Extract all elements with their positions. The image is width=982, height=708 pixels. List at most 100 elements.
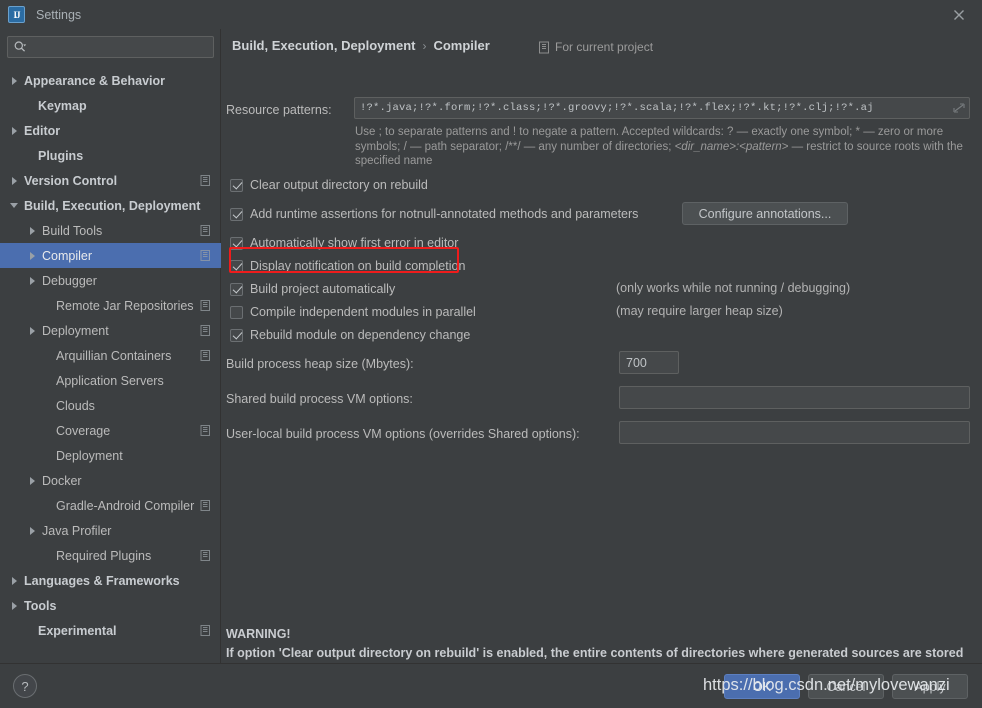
checkbox-label: Rebuild module on dependency change [250, 328, 471, 342]
checkbox-checked-icon[interactable] [230, 236, 243, 250]
close-icon[interactable] [950, 6, 968, 24]
field-shared-build-process-vm-options[interactable] [619, 386, 970, 409]
sidebar-item-label: Keymap [38, 98, 87, 113]
option-note: (only works while not running / debuggin… [616, 281, 851, 295]
sidebar-item-build-tools[interactable]: Build Tools [0, 218, 221, 243]
sidebar-item-tools[interactable]: Tools [0, 593, 221, 618]
resource-patterns-input[interactable] [355, 101, 952, 115]
hint-line-2b: — restrict to source roots [788, 140, 921, 153]
help-button[interactable]: ? [13, 674, 37, 698]
module-scope-icon [200, 550, 211, 561]
title-bar: IJ Settings [0, 0, 982, 29]
sidebar-item-label: Arquillian Containers [56, 348, 172, 363]
sidebar-item-required-plugins[interactable]: Required Plugins [0, 543, 221, 568]
resource-patterns-field[interactable] [354, 97, 970, 119]
search-input[interactable] [27, 39, 213, 55]
sidebar-item-label: Tools [24, 598, 57, 613]
sidebar-item-label: Application Servers [56, 373, 164, 388]
sidebar-item-appearance-behavior[interactable]: Appearance & Behavior [0, 68, 221, 93]
module-scope-icon [200, 175, 211, 186]
sidebar-item-keymap[interactable]: Keymap [0, 93, 221, 118]
sidebar-item-label: Docker [42, 473, 82, 488]
checkbox-add-runtime-assertions-for-notnull-annotated-methods-and-parameters[interactable]: Add runtime assertions for notnull-annot… [230, 207, 638, 221]
sidebar-item-application-servers[interactable]: Application Servers [0, 368, 221, 393]
module-scope-icon [200, 625, 211, 636]
checkbox-rebuild-module-on-dependency-change[interactable]: Rebuild module on dependency change [230, 328, 470, 342]
checkbox-build-project-automatically[interactable]: Build project automatically [230, 282, 395, 296]
sidebar-item-languages-frameworks[interactable]: Languages & Frameworks [0, 568, 221, 593]
sidebar-item-build-execution-deployment[interactable]: Build, Execution, Deployment [0, 193, 221, 218]
project-scope-label: For current project [555, 40, 654, 54]
checkbox-automatically-show-first-error-in-editor[interactable]: Automatically show first error in editor [230, 236, 458, 250]
settings-tree[interactable]: Appearance & Behavior Keymap Editor Plugins… [0, 68, 221, 663]
sidebar-item-experimental[interactable]: Experimental [0, 618, 221, 643]
sidebar-item-compiler[interactable]: Compiler [0, 243, 221, 268]
module-scope-icon [200, 500, 211, 511]
chevron-down-icon[interactable] [10, 200, 21, 211]
checkbox-checked-icon[interactable] [230, 207, 243, 221]
checkbox-checked-icon[interactable] [230, 282, 243, 296]
chevron-right-icon[interactable] [10, 575, 21, 586]
cancel-button[interactable]: Cancel [808, 674, 884, 699]
sidebar-item-coverage[interactable]: Coverage [0, 418, 221, 443]
sidebar-item-version-control[interactable]: Version Control [0, 168, 221, 193]
chevron-right-icon[interactable] [28, 525, 39, 536]
input-build-process-heap-size-mbytes[interactable] [620, 352, 678, 373]
checkbox-label: Build project automatically [250, 282, 396, 296]
search-box[interactable] [7, 36, 214, 58]
sidebar-item-label: Coverage [56, 423, 111, 438]
sidebar-item-gradle-android-compiler[interactable]: Gradle-Android Compiler [0, 493, 221, 518]
chevron-right-icon[interactable] [28, 325, 39, 336]
sidebar-item-plugins[interactable]: Plugins [0, 143, 221, 168]
chevron-right-icon[interactable] [10, 75, 21, 86]
input-user-local-build-process-vm-options-overrides-shared-options[interactable] [620, 422, 969, 443]
apply-button[interactable]: Apply [892, 674, 968, 699]
sidebar-item-label: Experimental [38, 623, 117, 638]
chevron-right-icon[interactable] [10, 125, 21, 136]
option-note: (may require larger heap size) [616, 304, 783, 318]
module-scope-icon [200, 300, 211, 311]
sidebar-item-editor[interactable]: Editor [0, 118, 221, 143]
breadcrumb-separator: › [422, 38, 427, 53]
chevron-right-icon[interactable] [28, 250, 39, 261]
chevron-right-icon[interactable] [10, 175, 21, 186]
checkbox-compile-independent-modules-in-parallel[interactable]: Compile independent modules in parallel [230, 305, 476, 319]
checkbox-unchecked-icon[interactable] [230, 305, 243, 319]
checkbox-checked-icon[interactable] [230, 178, 243, 192]
sidebar-item-arquillian-containers[interactable]: Arquillian Containers [0, 343, 221, 368]
sidebar-item-docker[interactable]: Docker [0, 468, 221, 493]
expand-field-icon[interactable] [952, 101, 966, 115]
sidebar-item-deployment[interactable]: Deployment [0, 443, 221, 468]
checkbox-label: Add runtime assertions for notnull-annot… [250, 207, 639, 221]
field-user-local-build-process-vm-options-overrides-shared-options[interactable] [619, 421, 970, 444]
sidebar-item-label: Languages & Frameworks [24, 573, 180, 588]
sidebar-item-label: Clouds [56, 398, 95, 413]
chevron-right-icon[interactable] [28, 275, 39, 286]
chevron-right-icon[interactable] [28, 475, 39, 486]
breadcrumb: Build, Execution, Deployment › Compiler [232, 38, 490, 53]
field-build-process-heap-size-mbytes[interactable] [619, 351, 679, 374]
sidebar-item-label: Debugger [42, 273, 97, 288]
sidebar-item-label: Build Tools [42, 223, 103, 238]
chevron-right-icon[interactable] [10, 600, 21, 611]
sidebar-item-java-profiler[interactable]: Java Profiler [0, 518, 221, 543]
label-build-process-heap-size-mbytes: Build process heap size (Mbytes): [226, 357, 414, 371]
checkbox-label: Clear output directory on rebuild [250, 178, 428, 192]
ok-button[interactable]: OK [724, 674, 800, 699]
checkbox-clear-output-directory-on-rebuild[interactable]: Clear output directory on rebuild [230, 178, 428, 192]
sidebar-item-deployment[interactable]: Deployment [0, 318, 221, 343]
checkbox-display-notification-on-build-completion[interactable]: Display notification on build completion [230, 259, 465, 273]
sidebar-item-label: Required Plugins [56, 548, 152, 563]
input-shared-build-process-vm-options[interactable] [620, 387, 969, 408]
checkbox-checked-icon[interactable] [230, 259, 243, 273]
configure-annotations-button[interactable]: Configure annotations... [682, 202, 848, 225]
sidebar-item-remote-jar-repositories[interactable]: Remote Jar Repositories [0, 293, 221, 318]
chevron-right-icon[interactable] [28, 225, 39, 236]
sidebar-item-clouds[interactable]: Clouds [0, 393, 221, 418]
checkbox-checked-icon[interactable] [230, 328, 243, 342]
sidebar-item-debugger[interactable]: Debugger [0, 268, 221, 293]
